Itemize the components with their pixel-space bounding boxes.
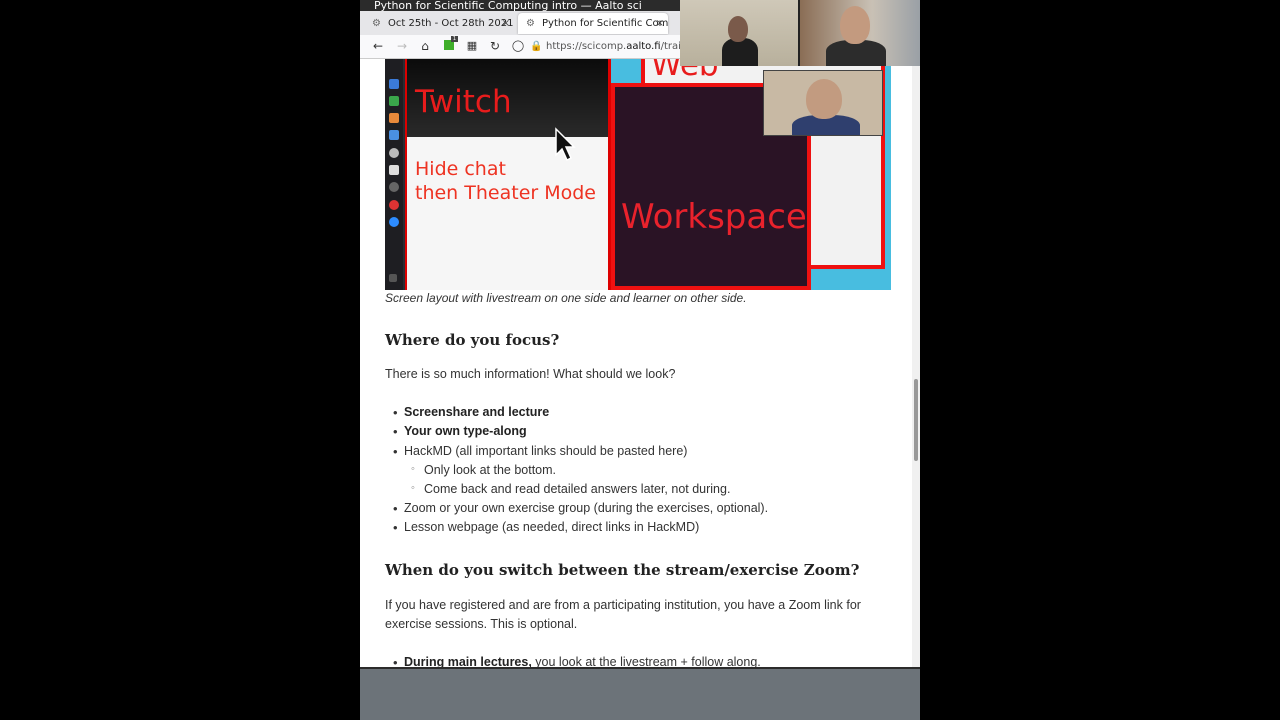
tab-schedule[interactable]: ⚙ Oct 25th - Oct 28th 2021 × <box>364 13 514 34</box>
workspace-label: Workspace <box>621 197 807 237</box>
dock-app-icon <box>389 130 399 140</box>
screen-layout-figure: Twitch Hide chat then Theater Mode Web W… <box>385 59 891 290</box>
person-head <box>840 6 870 44</box>
heading-where-focus: Where do you focus? <box>385 331 560 349</box>
webcam-inset <box>763 70 883 136</box>
sub-list-item: Come back and read detailed answers late… <box>411 482 730 496</box>
tab-label: Python for Scientific Com <box>542 18 668 29</box>
person-head <box>806 79 842 119</box>
page-content: Twitch Hide chat then Theater Mode Web W… <box>360 59 912 667</box>
switch-paragraph-line2: exercise sessions. This is optional. <box>385 617 578 631</box>
dock-app-icon <box>389 148 399 158</box>
hide-chat-line2: then Theater Mode <box>415 182 597 204</box>
page-scrollbar[interactable] <box>912 59 920 667</box>
list-item: Lesson webpage (as needed, direct links … <box>393 520 699 535</box>
tab-label: Oct 25th - Oct 28th 2021 <box>388 18 514 29</box>
app-dock <box>385 59 403 290</box>
twitch-label: Twitch <box>415 84 512 120</box>
tab-close-icon[interactable]: × <box>656 13 664 34</box>
chrome-icon <box>389 200 399 210</box>
tab-close-icon[interactable]: × <box>502 13 510 34</box>
list-item: During main lectures, you look at the li… <box>393 655 761 667</box>
app-grid-icon <box>389 274 397 282</box>
dock-app-icon <box>389 79 399 89</box>
zoom-icon <box>389 217 399 227</box>
dock-app-icon <box>389 96 399 106</box>
back-icon[interactable]: ← <box>370 38 386 54</box>
list-item: HackMD (all important links should be pa… <box>393 444 687 459</box>
person-head <box>728 16 748 42</box>
desktop-background <box>360 667 920 720</box>
mouse-cursor-icon <box>555 127 576 162</box>
tab-favicon-icon: ⚙ <box>372 18 381 29</box>
extension-badge: 1 <box>451 36 458 42</box>
list-item: Screenshare and lecture <box>393 405 549 420</box>
tab-favicon-icon: ⚙ <box>526 18 535 29</box>
list-item: Zoom or your own exercise group (during … <box>393 501 768 516</box>
home-icon[interactable]: ⌂ <box>417 38 433 54</box>
tab-python-intro[interactable]: ⚙ Python for Scientific Com × <box>518 13 668 34</box>
heading-when-switch: When do you switch between the stream/ex… <box>385 561 860 579</box>
lock-icon: 🔒 <box>530 41 543 52</box>
reload-icon[interactable]: ↻ <box>487 38 503 54</box>
forward-icon[interactable]: → <box>394 38 410 54</box>
person-shirt <box>722 38 758 66</box>
url-suffix: /trai <box>660 41 681 52</box>
list-item: Your own type-along <box>393 424 527 439</box>
dock-app-icon <box>389 165 399 175</box>
dock-app-icon <box>389 113 399 123</box>
dock-app-icon <box>389 182 399 192</box>
webcam-tile <box>680 0 798 66</box>
twitch-panel: Twitch Hide chat then Theater Mode <box>405 59 611 290</box>
url-prefix: https://scicomp. <box>546 41 627 52</box>
url-domain: aalto.fi <box>626 41 661 52</box>
sub-list-item: Only look at the bottom. <box>411 463 556 477</box>
webcam-strip <box>680 0 920 66</box>
browser-window: Python for Scientific Computing intro — … <box>360 0 920 720</box>
scrollbar-thumb[interactable] <box>914 379 918 461</box>
switch-paragraph-line1: If you have registered and are from a pa… <box>385 598 861 612</box>
hide-chat-text: Hide chat then Theater Mode <box>415 157 596 205</box>
shield-icon[interactable]: ◯ <box>510 38 526 54</box>
intro-paragraph: There is so much information! What shoul… <box>385 367 676 381</box>
apps-grid-icon[interactable]: ▦ <box>464 38 480 54</box>
webcam-tile <box>800 0 920 66</box>
figure-caption: Screen layout with livestream on one sid… <box>385 291 747 305</box>
